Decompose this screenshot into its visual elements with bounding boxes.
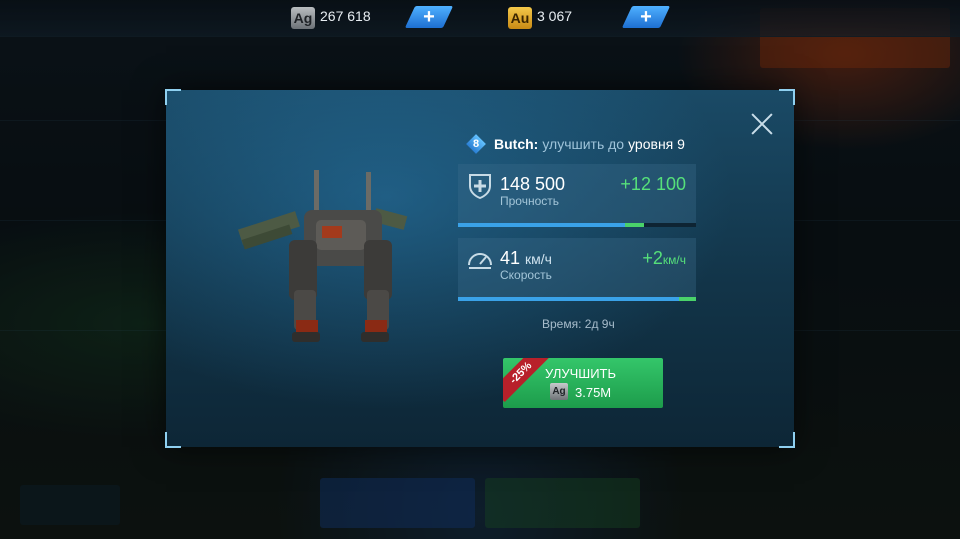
stat-bonus: +12 100	[620, 174, 686, 194]
robot-name: Butch:	[494, 136, 539, 152]
durability-stat-card: 148 500 Прочность +12 100	[458, 164, 696, 227]
target-level: уровня 9	[628, 136, 685, 152]
bonus-fill	[625, 223, 644, 227]
stat-label: Прочность	[500, 194, 560, 208]
speed-stat-card: 41 км/ч Скорость +2км/ч	[458, 238, 696, 301]
upgrade-button[interactable]: -25% УЛУЧШИТЬ Ag 3.75M	[503, 358, 663, 408]
add-silver-button[interactable]: +	[404, 6, 454, 28]
speedometer-icon	[468, 253, 492, 269]
level-diamond-icon: 8	[468, 136, 484, 152]
stat-value: 148 500	[500, 174, 566, 194]
stat-label: Скорость	[500, 268, 552, 282]
silver-amount: 267 618	[320, 8, 371, 24]
stat-bonus: +2км/ч	[642, 248, 686, 268]
plus-icon: +	[640, 6, 652, 28]
frame-corner	[779, 432, 795, 448]
silver-icon: Ag	[550, 383, 568, 400]
frame-corner	[165, 432, 181, 448]
stat-progress-bar	[458, 297, 696, 301]
upgrade-dialog: 8 Butch: улучшить до уровня 9 148 500 Пр…	[165, 89, 795, 448]
stat-value: 41 км/ч	[500, 248, 552, 268]
stat-progress-bar	[458, 223, 696, 227]
current-fill	[458, 223, 625, 227]
plus-icon: +	[423, 6, 435, 28]
robot-image	[237, 170, 408, 342]
gold-icon: Au	[508, 7, 532, 29]
current-fill	[458, 297, 679, 301]
frame-corner	[779, 89, 795, 105]
upgrade-time: Время: 2д 9ч	[542, 317, 615, 331]
upgrade-button-label: УЛУЧШИТЬ	[545, 366, 617, 381]
upgrade-price: 3.75M	[575, 385, 612, 400]
currency-bar: Ag 267 618 + Au 3 067 +	[0, 0, 960, 37]
bonus-fill	[679, 297, 696, 301]
current-level: 8	[472, 138, 480, 150]
add-gold-button[interactable]: +	[621, 6, 671, 28]
shield-plus-icon	[469, 174, 491, 200]
discount-ribbon: -25%	[503, 358, 550, 402]
gold-amount: 3 067	[537, 8, 573, 24]
frame-corner	[165, 89, 181, 105]
silver-icon: Ag	[291, 7, 315, 29]
close-icon[interactable]	[748, 110, 776, 138]
title-action: улучшить до	[542, 136, 625, 152]
dialog-title: 8 Butch: улучшить до уровня 9	[468, 134, 685, 154]
